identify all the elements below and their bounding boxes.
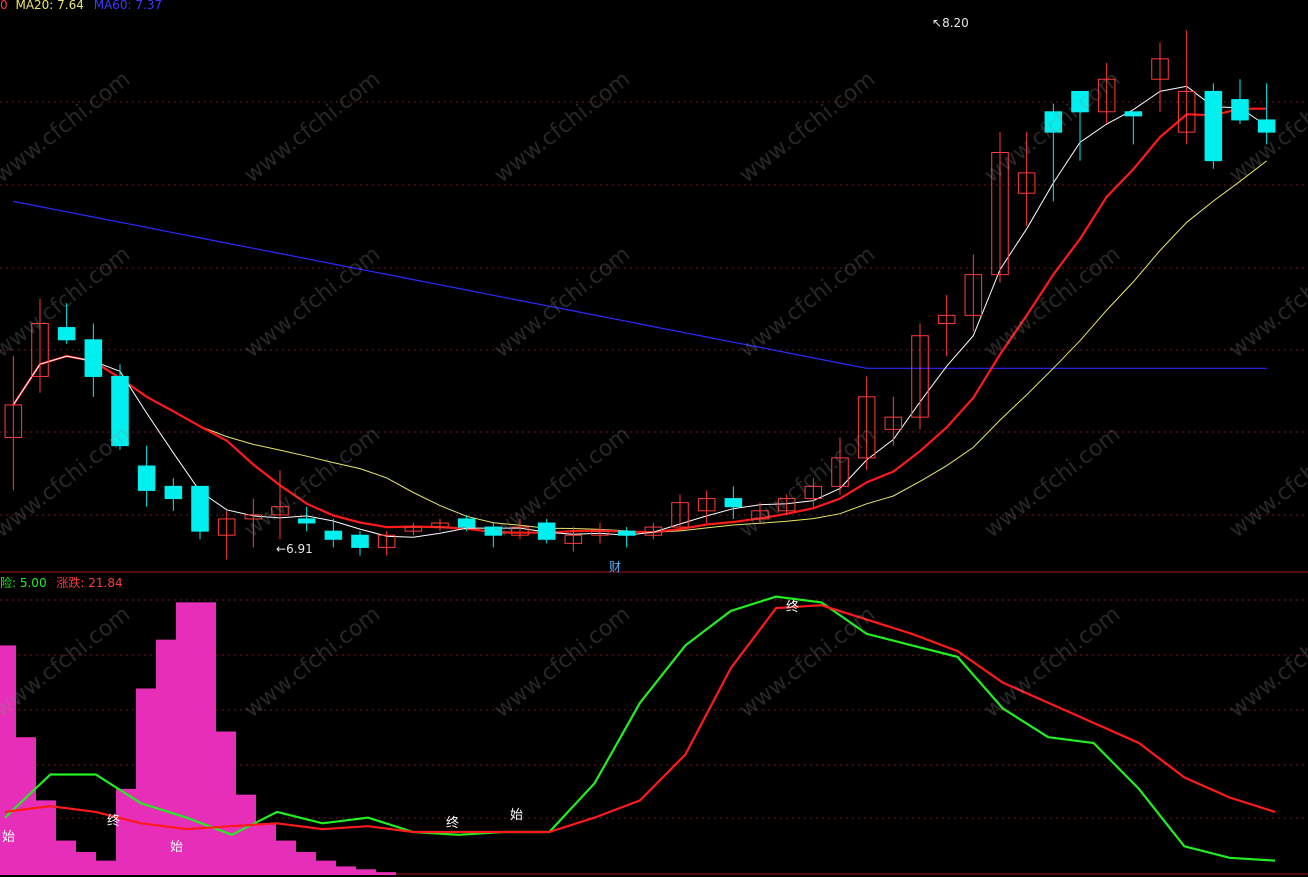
- low-arrow-icon: ←: [276, 542, 287, 556]
- candle-body: [457, 518, 476, 528]
- histogram-bar: [236, 794, 256, 875]
- histogram-bar: [216, 731, 236, 875]
- moving-average-lines: [12, 85, 1268, 538]
- candle-body: [57, 327, 76, 341]
- cai-marker: 财: [609, 560, 622, 574]
- top-legend: 0 MA20: 7.64 MA60: 7.37: [0, 0, 162, 12]
- candle-body: [537, 522, 556, 540]
- start-marker: 始: [170, 840, 184, 855]
- candlesticks: [4, 30, 1276, 560]
- high-annotation: ↖8.20: [932, 16, 969, 30]
- legend-ma20: MA20: 7.64: [15, 0, 84, 12]
- histogram-bar: [96, 860, 116, 875]
- histogram-bar: [196, 602, 216, 875]
- histogram-bar: [136, 688, 156, 875]
- candle-body: [617, 530, 636, 536]
- histogram-bar: [276, 840, 296, 875]
- candle-body: [137, 465, 156, 491]
- ma20-line: [12, 160, 1268, 533]
- candle-body: [297, 518, 316, 524]
- legend-change: 涨跌: 21.84: [56, 576, 123, 590]
- histogram-bar: [116, 788, 136, 875]
- histogram-bar: [296, 852, 316, 875]
- candle-body: [484, 526, 503, 536]
- candle-body: [324, 530, 343, 540]
- candle-body: [1204, 90, 1223, 162]
- histogram-bar: [56, 840, 76, 875]
- candle-body: [1231, 99, 1249, 121]
- candle-body: [164, 485, 183, 500]
- end-marker: 终: [446, 816, 460, 831]
- histogram-bar: [176, 602, 196, 875]
- stock-chart: [0, 30, 1308, 875]
- histogram-bar: [76, 852, 96, 875]
- ma60-line: [13, 200, 1267, 369]
- histogram-bar: [16, 737, 36, 875]
- legend-prefix: 0: [0, 0, 8, 12]
- high-arrow-icon: ↖: [932, 16, 943, 30]
- high-label: 8.20: [942, 16, 969, 30]
- low-label: 6.91: [286, 542, 313, 556]
- candle-body: [111, 375, 129, 447]
- start-marker: 始: [510, 808, 524, 823]
- ma5-line: [12, 85, 1267, 538]
- histogram-bar: [256, 823, 276, 875]
- candle-body: [1124, 111, 1143, 117]
- histogram: [0, 602, 396, 875]
- candle-body: [724, 498, 743, 508]
- candle-body: [1071, 90, 1089, 113]
- ma10-line: [12, 107, 1267, 534]
- bottom-legend: 险: 5.00 涨跌: 21.84: [0, 574, 123, 591]
- histogram-bar: [336, 866, 356, 875]
- candle-body: [1044, 111, 1063, 133]
- histogram-bar: [36, 800, 56, 875]
- end-marker: 终: [107, 814, 121, 829]
- histogram-bar: [356, 869, 376, 875]
- low-annotation: ←6.91: [276, 542, 313, 556]
- candle-body: [191, 485, 209, 532]
- candle-body: [1257, 119, 1276, 133]
- legend-risk: 险: 5.00: [0, 576, 47, 590]
- legend-ma60: MA60: 7.37: [93, 0, 163, 12]
- candle-body: [351, 534, 369, 548]
- histogram-bar: [376, 872, 396, 875]
- end-marker: 终: [786, 600, 800, 615]
- start-marker: 始: [2, 830, 16, 845]
- histogram-bar: [316, 860, 336, 875]
- candle-body: [84, 339, 103, 377]
